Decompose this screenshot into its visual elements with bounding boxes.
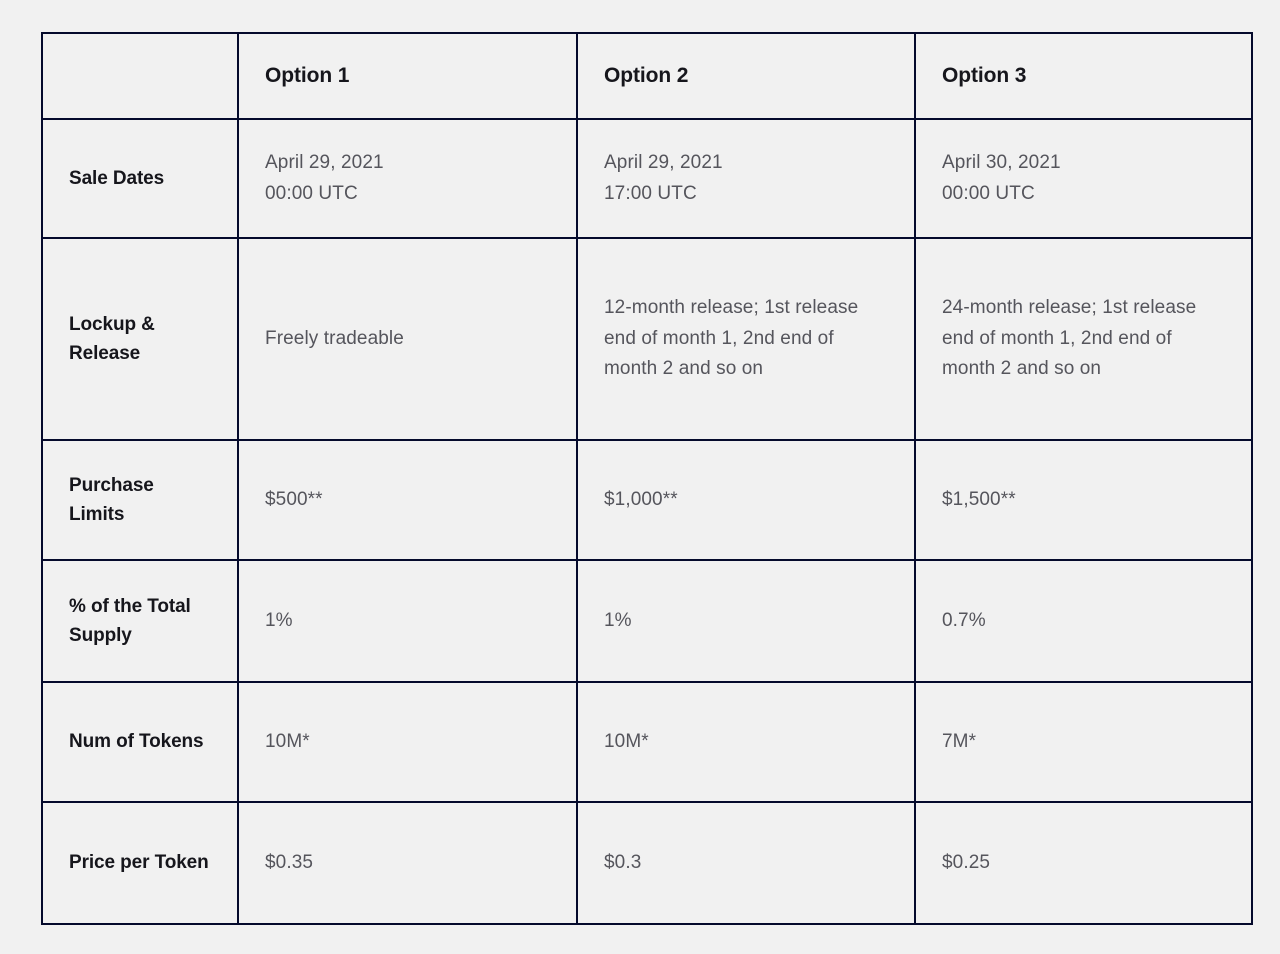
table-row: % of the Total Supply 1% 1% 0.7%	[41, 559, 1253, 683]
cell-sale-dates-option-2: April 29, 2021 17:00 UTC	[576, 118, 916, 239]
page-root: Option 1 Option 2 Option 3 Sale Dates Ap…	[0, 0, 1280, 954]
cell-sale-dates-option-1: April 29, 2021 00:00 UTC	[237, 118, 578, 239]
table-row: Lockup & Release Freely tradeable 12-mon…	[41, 237, 1253, 441]
cell-num-of-tokens-option-1: 10M*	[237, 681, 578, 803]
comparison-table-container: Option 1 Option 2 Option 3 Sale Dates Ap…	[41, 32, 1253, 925]
table-corner-cell	[41, 32, 239, 120]
cell-sale-dates-option-3: April 30, 2021 00:00 UTC	[914, 118, 1253, 239]
table-row: Sale Dates April 29, 2021 00:00 UTC Apri…	[41, 118, 1253, 239]
cell-percent-total-supply-option-3: 0.7%	[914, 559, 1253, 683]
row-label-num-of-tokens: Num of Tokens	[41, 681, 239, 803]
cell-num-of-tokens-option-2: 10M*	[576, 681, 916, 803]
cell-lockup-release-option-3: 24-month release; 1st release end of mon…	[914, 237, 1253, 441]
table-head: Option 1 Option 2 Option 3	[41, 32, 1253, 120]
row-label-purchase-limits: Purchase Limits	[41, 439, 239, 561]
table-row: Purchase Limits $500** $1,000** $1,500**	[41, 439, 1253, 561]
cell-percent-total-supply-option-2: 1%	[576, 559, 916, 683]
row-label-lockup-release: Lockup & Release	[41, 237, 239, 441]
cell-price-per-token-option-2: $0.3	[576, 801, 916, 925]
column-header-option-1: Option 1	[237, 32, 578, 120]
cell-num-of-tokens-option-3: 7M*	[914, 681, 1253, 803]
row-label-price-per-token: Price per Token	[41, 801, 239, 925]
cell-price-per-token-option-3: $0.25	[914, 801, 1253, 925]
cell-lockup-release-option-1: Freely tradeable	[237, 237, 578, 441]
row-label-sale-dates: Sale Dates	[41, 118, 239, 239]
row-label-percent-total-supply: % of the Total Supply	[41, 559, 239, 683]
column-header-option-2: Option 2	[576, 32, 916, 120]
cell-purchase-limits-option-3: $1,500**	[914, 439, 1253, 561]
table-header-row: Option 1 Option 2 Option 3	[41, 32, 1253, 120]
table-row: Price per Token $0.35 $0.3 $0.25	[41, 801, 1253, 925]
table-row: Num of Tokens 10M* 10M* 7M*	[41, 681, 1253, 803]
table-body: Sale Dates April 29, 2021 00:00 UTC Apri…	[41, 118, 1253, 925]
cell-purchase-limits-option-2: $1,000**	[576, 439, 916, 561]
cell-percent-total-supply-option-1: 1%	[237, 559, 578, 683]
sale-options-comparison-table: Option 1 Option 2 Option 3 Sale Dates Ap…	[41, 32, 1253, 925]
cell-price-per-token-option-1: $0.35	[237, 801, 578, 925]
cell-purchase-limits-option-1: $500**	[237, 439, 578, 561]
cell-lockup-release-option-2: 12-month release; 1st release end of mon…	[576, 237, 916, 441]
column-header-option-3: Option 3	[914, 32, 1253, 120]
